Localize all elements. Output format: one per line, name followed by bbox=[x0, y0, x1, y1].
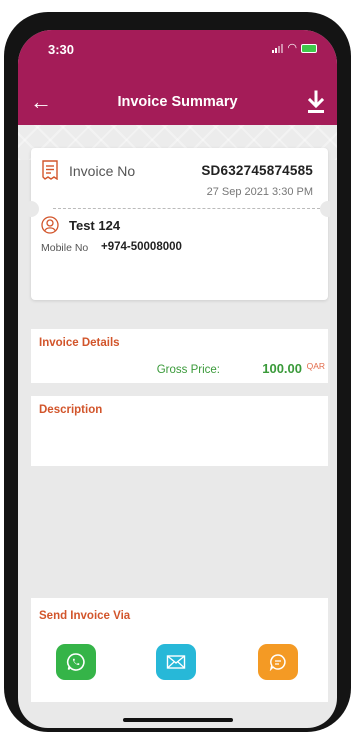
receipt-icon bbox=[42, 160, 58, 180]
status-time: 3:30 bbox=[48, 42, 75, 57]
mobile-number: +974-50008000 bbox=[101, 241, 182, 253]
user-icon bbox=[41, 216, 59, 234]
description-card: Description bbox=[31, 396, 328, 466]
whatsapp-icon bbox=[66, 653, 85, 671]
invoice-card: Invoice No SD632745874585 27 Sep 2021 3:… bbox=[23, 148, 336, 300]
email-button[interactable] bbox=[156, 644, 196, 680]
currency-label: QAR bbox=[306, 361, 325, 371]
battery-icon bbox=[301, 44, 317, 53]
send-invoice-title: Send Invoice Via bbox=[39, 610, 131, 622]
ticket-notch-left bbox=[23, 201, 39, 217]
description-title: Description bbox=[39, 404, 103, 416]
home-indicator[interactable] bbox=[123, 718, 233, 722]
app-header: 3:30 ◠ ← Invoice Summary bbox=[18, 30, 337, 125]
page-title: Invoice Summary bbox=[117, 94, 238, 110]
send-invoice-card: Send Invoice Via bbox=[31, 598, 328, 702]
invoice-number: SD632745874585 bbox=[201, 163, 313, 178]
download-icon[interactable] bbox=[303, 88, 329, 118]
invoice-date: 27 Sep 2021 3:30 PM bbox=[206, 186, 313, 198]
invoice-details-card: Invoice Details Gross Price: 100.00 QAR bbox=[31, 329, 328, 383]
status-bar: 3:30 ◠ bbox=[18, 30, 337, 64]
phone-frame: 3:30 ◠ ← Invoice Summary Invoice No SD63… bbox=[4, 12, 351, 732]
mail-icon bbox=[166, 655, 186, 669]
app-screen: 3:30 ◠ ← Invoice Summary Invoice No SD63… bbox=[18, 30, 337, 728]
sms-button[interactable] bbox=[258, 644, 298, 680]
wifi-icon: ◠ bbox=[287, 42, 297, 54]
cellular-signal-icon bbox=[272, 43, 284, 53]
mobile-label: Mobile No bbox=[41, 242, 89, 254]
status-icons: ◠ bbox=[272, 42, 317, 54]
invoice-details-title: Invoice Details bbox=[39, 337, 120, 349]
ticket-notch-right bbox=[320, 201, 336, 217]
invoice-number-label: Invoice No bbox=[69, 163, 136, 179]
customer-name: Test 124 bbox=[69, 218, 121, 233]
sms-chat-icon bbox=[269, 654, 286, 671]
whatsapp-button[interactable] bbox=[56, 644, 96, 680]
gross-price-value: 100.00 bbox=[262, 361, 302, 376]
divider bbox=[53, 208, 320, 209]
gross-price-label: Gross Price: bbox=[156, 364, 220, 376]
